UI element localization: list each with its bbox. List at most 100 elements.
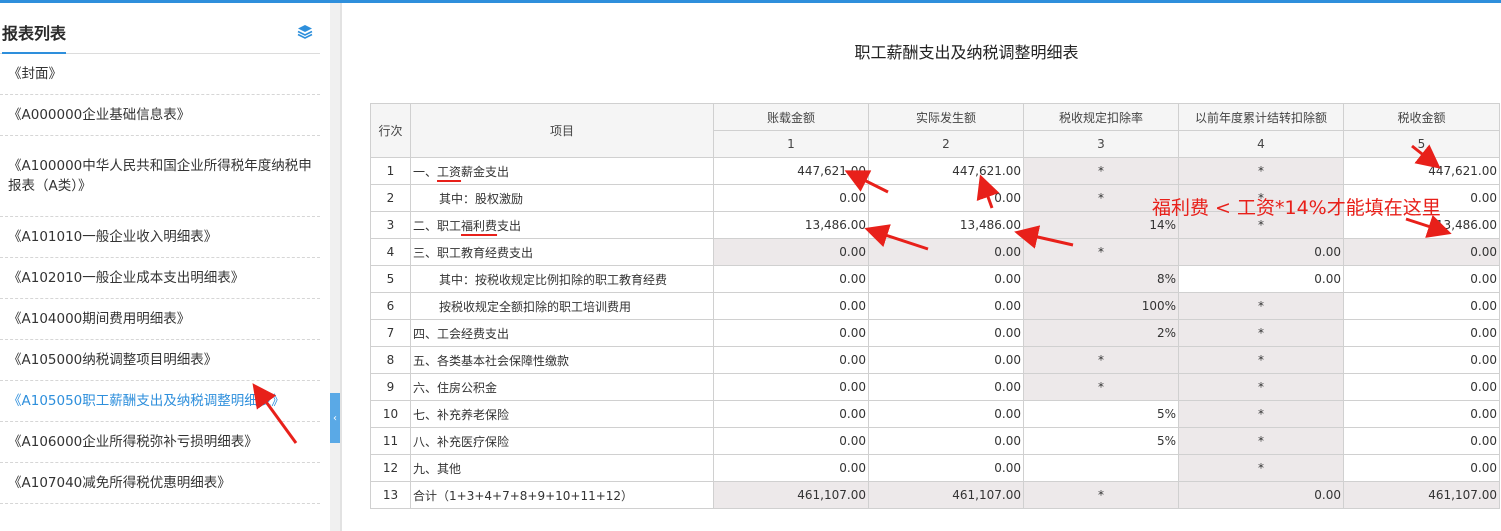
cell-book-amount[interactable]: 0.00: [713, 454, 869, 482]
cell-actual-amount[interactable]: 0.00: [868, 319, 1024, 347]
cell-actual-amount[interactable]: 0.00: [868, 427, 1024, 455]
row-number: 5: [370, 265, 411, 293]
header-col-num: 2: [868, 130, 1024, 158]
header-deduction-rate: 税收规定扣除率: [1023, 103, 1179, 131]
cell-book-amount[interactable]: 0.00: [713, 265, 869, 293]
row-item: 六、住房公积金: [410, 373, 714, 401]
row-number: 2: [370, 184, 411, 212]
row-number: 12: [370, 454, 411, 482]
report-item-a102010[interactable]: 《A102010一般企业成本支出明细表》: [0, 258, 320, 299]
cell-actual-amount[interactable]: 0.00: [868, 184, 1024, 212]
row-number: 1: [370, 157, 411, 185]
report-item-a105000[interactable]: 《A105000纳税调整项目明细表》: [0, 340, 320, 381]
report-item-a100000[interactable]: 《A100000中华人民共和国企业所得税年度纳税申报表（A类）》: [0, 136, 320, 217]
cell-tax-amount[interactable]: 0.00: [1343, 454, 1500, 482]
cell-deduction-rate: *: [1023, 238, 1179, 266]
report-item-a104000[interactable]: 《A104000期间费用明细表》: [0, 299, 320, 340]
cell-book-amount[interactable]: 447,621.00: [713, 157, 869, 185]
cell-book-amount[interactable]: 0.00: [713, 373, 869, 401]
cell-book-amount[interactable]: 0.00: [713, 319, 869, 347]
cell-tax-amount[interactable]: 0.00: [1343, 265, 1500, 293]
header-row-no: 行次: [370, 103, 411, 158]
table-row: 6 按税收规定全额扣除的职工培训费用 0.00 0.00 100% * 0.00: [370, 292, 1500, 320]
highlight-welfare: 福利费: [461, 218, 498, 233]
cell-actual-amount[interactable]: 0.00: [868, 265, 1024, 293]
cell-book-amount[interactable]: 0.00: [713, 184, 869, 212]
header-col-num: 3: [1023, 130, 1179, 158]
cell-tax-amount[interactable]: 0.00: [1343, 427, 1500, 455]
row-number: 10: [370, 400, 411, 428]
row-number: 13: [370, 481, 411, 509]
report-title: 职工薪酬支出及纳税调整明细表: [854, 43, 1079, 62]
cell-book-amount[interactable]: 0.00: [713, 346, 869, 374]
cell-tax-amount: 0.00: [1343, 238, 1500, 266]
cell-book-amount[interactable]: 0.00: [713, 427, 869, 455]
cell-tax-amount[interactable]: 0.00: [1343, 292, 1500, 320]
cell-tax-amount[interactable]: 0.00: [1343, 400, 1500, 428]
row-item: 其中：按税收规定比例扣除的职工教育经费: [410, 265, 714, 293]
header-book-amount: 账载金额: [713, 103, 869, 131]
report-list-sidebar: 报表列表 《封面》 《A000000企业基础信息表》 《A100000中华人民共…: [0, 3, 330, 531]
layers-icon[interactable]: [296, 23, 314, 41]
report-item-a101010[interactable]: 《A101010一般企业收入明细表》: [0, 217, 320, 258]
sidebar-collapse-toggle[interactable]: ‹: [330, 393, 340, 443]
cell-deduction-rate: 100%: [1023, 292, 1179, 320]
cell-tax-amount[interactable]: 447,621.00: [1343, 157, 1500, 185]
cell-actual-amount[interactable]: 0.00: [868, 373, 1024, 401]
report-item-a106000[interactable]: 《A106000企业所得税弥补亏损明细表》: [0, 422, 320, 463]
cell-actual-amount[interactable]: 0.00: [868, 400, 1024, 428]
cell-tax-amount[interactable]: 0.00: [1343, 319, 1500, 347]
cell-carryforward[interactable]: 0.00: [1178, 265, 1344, 293]
table-row: 11 八、补充医疗保险 0.00 0.00 5% * 0.00: [370, 427, 1500, 455]
sidebar-title: 报表列表: [2, 20, 67, 54]
cell-actual-amount: 461,107.00: [868, 481, 1024, 509]
highlight-wage: 工资: [437, 164, 462, 179]
table-row: 1 一、工资薪金支出 447,621.00 447,621.00 * * 447…: [370, 157, 1500, 185]
row-item: 合计（1+3+4+7+8+9+10+11+12）: [410, 481, 714, 509]
cell-actual-amount[interactable]: 0.00: [868, 292, 1024, 320]
header-tax-amount: 税收金额: [1343, 103, 1500, 131]
row-item: 七、补充养老保险: [410, 400, 714, 428]
cell-carryforward: *: [1178, 319, 1344, 347]
row-item: 一、工资薪金支出: [410, 157, 714, 185]
cell-carryforward: *: [1178, 373, 1344, 401]
table-row: 9 六、住房公积金 0.00 0.00 * * 0.00: [370, 373, 1500, 401]
cell-deduction-rate: 8%: [1023, 265, 1179, 293]
cell-actual-amount[interactable]: 13,486.00: [868, 211, 1024, 239]
row-number: 9: [370, 373, 411, 401]
cell-deduction-rate[interactable]: 5%: [1023, 400, 1179, 428]
sidebar-header: 报表列表: [0, 3, 320, 54]
table-row: 4 三、职工教育经费支出 0.00 0.00 * 0.00 0.00: [370, 238, 1500, 266]
cell-deduction-rate: *: [1023, 157, 1179, 185]
cell-carryforward: *: [1178, 427, 1344, 455]
header-carryforward: 以前年度累计结转扣除额: [1178, 103, 1344, 131]
report-item-cover[interactable]: 《封面》: [0, 54, 320, 95]
cell-actual-amount: 0.00: [868, 238, 1024, 266]
row-item: 三、职工教育经费支出: [410, 238, 714, 266]
cell-deduction-rate: *: [1023, 346, 1179, 374]
header-actual-amount: 实际发生额: [868, 103, 1024, 131]
cell-actual-amount[interactable]: 0.00: [868, 346, 1024, 374]
cell-book-amount[interactable]: 13,486.00: [713, 211, 869, 239]
cell-deduction-rate: 2%: [1023, 319, 1179, 347]
table-row: 7 四、工会经费支出 0.00 0.00 2% * 0.00: [370, 319, 1500, 347]
cell-deduction-rate: *: [1023, 373, 1179, 401]
cell-book-amount[interactable]: 0.00: [713, 400, 869, 428]
row-item: 其中：股权激励: [410, 184, 714, 212]
cell-actual-amount[interactable]: 447,621.00: [868, 157, 1024, 185]
cell-book-amount[interactable]: 0.00: [713, 292, 869, 320]
annotation-note: 福利费 < 工资*14%才能填在这里: [1152, 197, 1441, 219]
cell-actual-amount[interactable]: 0.00: [868, 454, 1024, 482]
cell-deduction-rate[interactable]: 5%: [1023, 427, 1179, 455]
cell-tax-amount[interactable]: 0.00: [1343, 373, 1500, 401]
cell-carryforward: 0.00: [1178, 238, 1344, 266]
cell-tax-amount[interactable]: 0.00: [1343, 346, 1500, 374]
table-row-total: 13 合计（1+3+4+7+8+9+10+11+12） 461,107.00 4…: [370, 481, 1500, 509]
report-item-a107040[interactable]: 《A107040减免所得税优惠明细表》: [0, 463, 320, 504]
table-row: 12 九、其他 0.00 0.00 * 0.00: [370, 454, 1500, 482]
cell-deduction-rate[interactable]: [1023, 454, 1179, 482]
table-row: 5 其中：按税收规定比例扣除的职工教育经费 0.00 0.00 8% 0.00 …: [370, 265, 1500, 293]
report-item-a000000[interactable]: 《A000000企业基础信息表》: [0, 95, 320, 136]
report-item-a105050[interactable]: 《A105050职工薪酬支出及纳税调整明细表》: [0, 381, 320, 422]
cell-book-amount: 461,107.00: [713, 481, 869, 509]
